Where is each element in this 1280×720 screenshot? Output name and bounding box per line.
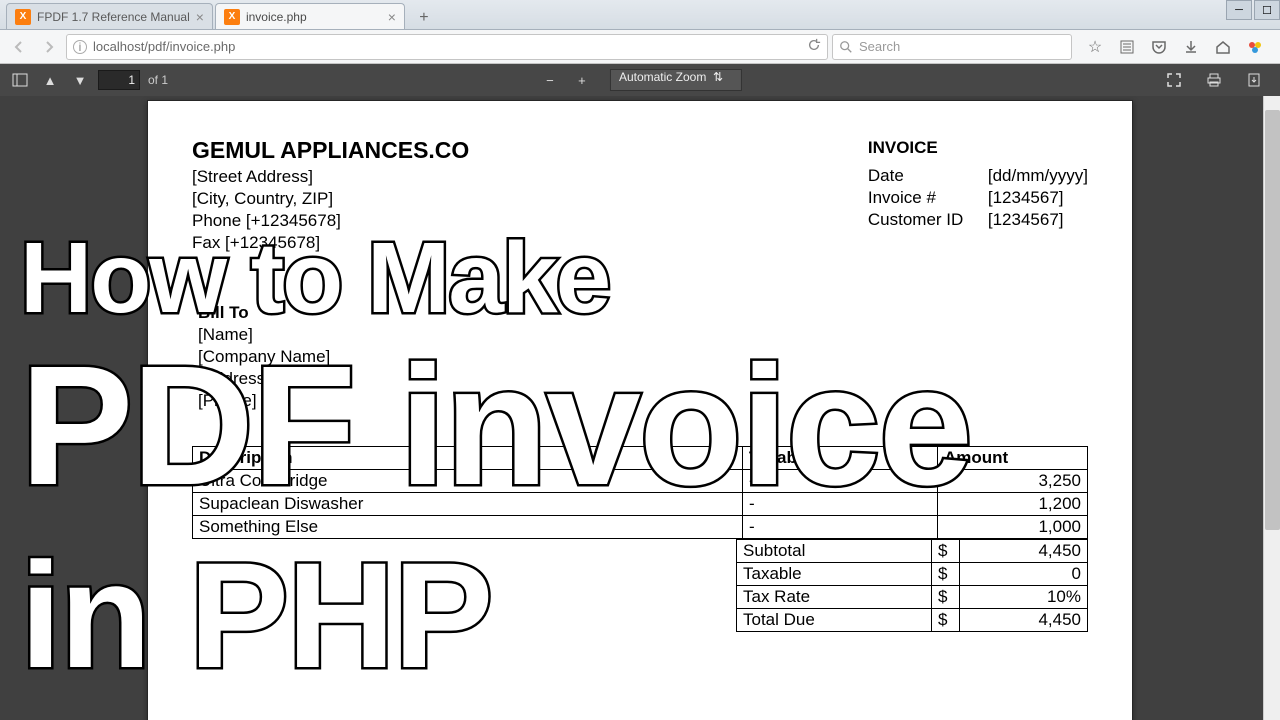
search-icon [839,40,853,54]
forward-button[interactable] [36,34,62,60]
company-address1: [Street Address] [192,166,469,188]
summary-subtotal-label: Subtotal [737,540,932,563]
site-info-icon[interactable]: i [73,40,87,54]
meta-cust-value: [1234567] [988,209,1064,231]
invoice-header: GEMUL APPLIANCES.CO [Street Address] [Ci… [192,137,1088,254]
pdf-page: GEMUL APPLIANCES.CO [Street Address] [Ci… [147,100,1133,720]
toolbar-right: ☆ [1076,38,1274,56]
scrollbar-thumb[interactable] [1265,110,1280,530]
meta-date-label: Date [868,165,988,187]
company-fax: Fax [+12345678] [192,232,469,254]
tab-strip: X FPDF 1.7 Reference Manual × X invoice.… [0,0,1280,30]
new-tab-button[interactable]: + [411,7,437,29]
page-down-icon[interactable]: ▼ [68,68,92,92]
downloads-icon[interactable] [1182,38,1200,56]
col-description: Description [193,447,743,470]
billto-address: [Address] [198,368,1088,390]
meta-cust-label: Customer ID [868,209,988,231]
summary-taxrate-label: Tax Rate [737,586,932,609]
maximize-button[interactable]: ☐ [1254,0,1280,20]
pocket-icon[interactable] [1150,38,1168,56]
url-text: localhost/pdf/invoice.php [93,39,235,54]
tab-fpdf-manual[interactable]: X FPDF 1.7 Reference Manual × [6,3,213,29]
tab-invoice-php[interactable]: X invoice.php × [215,3,405,29]
zoom-out-button[interactable]: − [538,68,562,92]
xampp-icon: X [15,9,31,25]
search-placeholder: Search [859,39,900,54]
table-row: Supaclean Diswasher - 1,200 [193,493,1088,516]
bookmark-icon[interactable]: ☆ [1086,38,1104,56]
meta-invno-value: [1234567] [988,187,1064,209]
page-total-label: of 1 [148,73,168,87]
sidebar-toggle-icon[interactable] [8,68,32,92]
pdf-toolbar: ▲ ▼ of 1 − + Automatic Zoom ⇅ [0,64,1280,96]
minimize-button[interactable]: ─ [1226,0,1252,20]
address-toolbar: i localhost/pdf/invoice.php Search ☆ [0,30,1280,64]
company-phone: Phone [+12345678] [192,210,469,232]
download-icon[interactable] [1242,68,1266,92]
billto-title: Bill To [198,302,1088,324]
chevron-updown-icon: ⇅ [713,70,723,84]
search-box[interactable]: Search [832,34,1072,60]
tab-label: FPDF 1.7 Reference Manual [37,10,190,24]
summary-taxable-label: Taxable [737,563,932,586]
vertical-scrollbar[interactable] [1263,96,1280,720]
billto-phone: [Phone] [198,390,1088,412]
page-up-icon[interactable]: ▲ [38,68,62,92]
bill-to-block: Bill To [Name] [Company Name] [Address] … [198,302,1088,412]
table-row: Something Else - 1,000 [193,516,1088,539]
zoom-select[interactable]: Automatic Zoom ⇅ [610,69,742,91]
billto-company: [Company Name] [198,346,1088,368]
table-row: Ultra Cool Fridge - 3,250 [193,470,1088,493]
invoice-title: INVOICE [868,137,1088,159]
col-amount: Amount [938,447,1088,470]
pdf-viewer: GEMUL APPLIANCES.CO [Street Address] [Ci… [0,96,1280,720]
company-block: GEMUL APPLIANCES.CO [Street Address] [Ci… [192,137,469,254]
invoice-meta: INVOICE Date [dd/mm/yyyy] Invoice # [123… [868,137,1088,254]
summary-total-label: Total Due [737,609,932,632]
invoice-table: Description Taxable Amount Ultra Cool Fr… [192,446,1088,539]
zoom-in-button[interactable]: + [570,68,594,92]
tab-label: invoice.php [246,10,307,24]
meta-invno-label: Invoice # [868,187,988,209]
list-icon[interactable] [1118,38,1136,56]
billto-name: [Name] [198,324,1088,346]
reload-icon[interactable] [807,38,821,55]
meta-date-value: [dd/mm/yyyy] [988,165,1088,187]
close-icon[interactable]: × [196,9,204,25]
url-bar[interactable]: i localhost/pdf/invoice.php [66,34,828,60]
addon-icon[interactable] [1246,38,1264,56]
company-address2: [City, Country, ZIP] [192,188,469,210]
print-icon[interactable] [1202,68,1226,92]
page-number-input[interactable] [98,70,140,90]
window-controls: ─ ☐ [1224,0,1280,22]
close-icon[interactable]: × [388,9,396,25]
col-taxable: Taxable [743,447,938,470]
home-icon[interactable] [1214,38,1232,56]
invoice-summary: Subtotal $ 4,450 Taxable $ 0 Tax Rate $ … [736,539,1088,632]
xampp-icon: X [224,9,240,25]
back-button[interactable] [6,34,32,60]
fullscreen-icon[interactable] [1162,68,1186,92]
company-name: GEMUL APPLIANCES.CO [192,137,469,164]
